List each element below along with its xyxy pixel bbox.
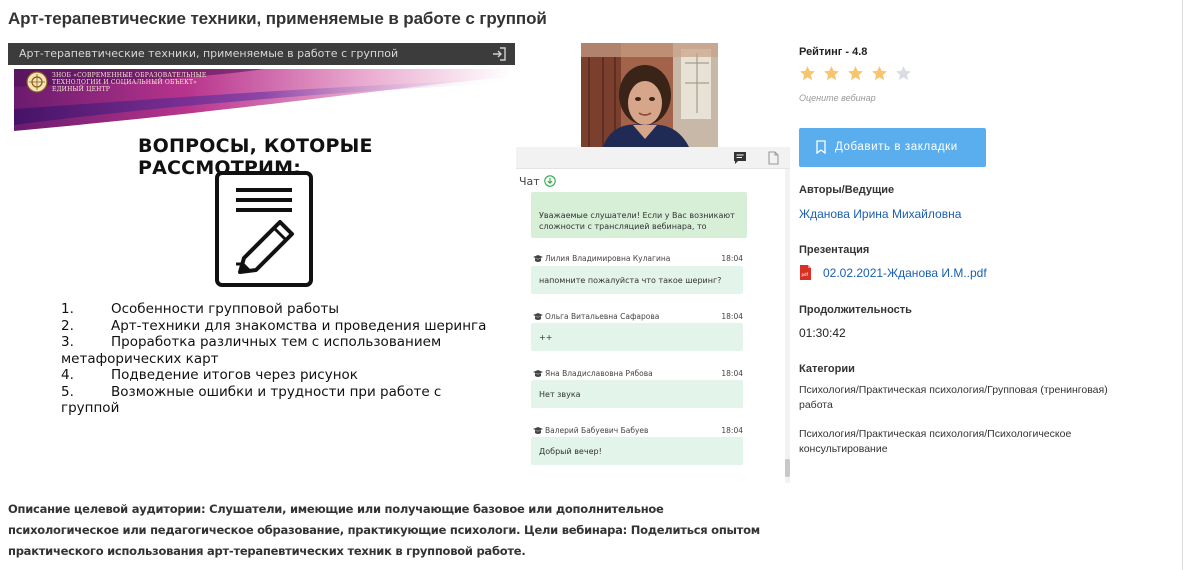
message-time: 18:04 bbox=[721, 426, 743, 435]
topic-item: 1. Особенности групповой работы bbox=[61, 301, 339, 317]
message-author: Яна Владиславовна Рябова bbox=[545, 369, 653, 378]
chat-message: Нет звука bbox=[531, 380, 743, 408]
presentation-slide: ЗНОБ «СОВРЕМЕННЫЕ ОБРАЗОВАТЕЛЬНЫЕ ТЕХНОЛ… bbox=[8, 65, 515, 483]
star-icon[interactable] bbox=[895, 65, 912, 82]
file-icon[interactable] bbox=[766, 151, 780, 165]
player-title: Арт-терапевтические техники, применяемые… bbox=[19, 47, 399, 60]
organization-name: ЗНОБ «СОВРЕМЕННЫЕ ОБРАЗОВАТЕЛЬНЫЕ ТЕХНОЛ… bbox=[52, 72, 206, 93]
star-icon[interactable] bbox=[823, 65, 840, 82]
star-icon[interactable] bbox=[871, 65, 888, 82]
pdf-file-icon[interactable]: pdf bbox=[799, 264, 812, 281]
slide-player: Арт-терапевтические техники, применяемые… bbox=[8, 43, 515, 483]
graduation-cap-icon bbox=[533, 313, 543, 320]
presentation-file-link[interactable]: 02.02.2021-Жданова И.М..pdf bbox=[823, 266, 987, 280]
page-title: Арт-терапевтические техники, применяемые… bbox=[8, 9, 547, 28]
download-icon[interactable] bbox=[544, 175, 556, 187]
topic-item: 2. Арт-техники для знакомства и проведени… bbox=[61, 317, 487, 334]
message-author: Валерий Бабуевич Бабуев bbox=[545, 426, 649, 435]
category-link[interactable]: Психология/Практическая психология/Психо… bbox=[799, 427, 1139, 457]
exit-fullscreen-icon[interactable] bbox=[491, 46, 507, 62]
player-title-bar: Арт-терапевтические техники, применяемые… bbox=[8, 43, 515, 65]
categories-label: Категории bbox=[799, 363, 855, 375]
svg-text:pdf: pdf bbox=[802, 272, 809, 277]
org-line-2: ТЕХНОЛОГИИ И СОЦИАЛЬНЫЙ ОБЪЕКТ» bbox=[52, 79, 198, 86]
duration-label: Продолжительность bbox=[799, 304, 912, 316]
bookmark-icon bbox=[816, 140, 826, 154]
graduation-cap-icon bbox=[533, 255, 543, 262]
system-message: Уважаемые слушатели! Если у Вас возникаю… bbox=[531, 192, 747, 238]
message-author: Лилия Владимировна Кулагина bbox=[545, 254, 671, 263]
category-link[interactable]: Психология/Практическая психология/Групп… bbox=[799, 383, 1139, 413]
chat-message: Добрый вечер! bbox=[531, 437, 743, 465]
chat-bubble-icon[interactable] bbox=[733, 151, 747, 165]
rate-hint: Оцените вебинар bbox=[799, 93, 876, 103]
add-bookmark-button[interactable]: Добавить в закладки bbox=[799, 128, 986, 167]
chat-panel: Чат Уважаемые слушатели! Если у Вас возн… bbox=[516, 147, 790, 483]
message-header: Ольга Витальевна Сафарова 18:04 bbox=[533, 312, 743, 322]
message-author: Ольга Витальевна Сафарова bbox=[545, 312, 660, 321]
org-line-3: ЕДИНЫЙ ЦЕНТР bbox=[52, 86, 111, 93]
graduation-cap-icon bbox=[533, 427, 543, 434]
message-time: 18:04 bbox=[721, 254, 743, 263]
star-icon[interactable] bbox=[799, 65, 816, 82]
document-pencil-icon bbox=[215, 171, 313, 287]
chat-scrollbar-thumb[interactable] bbox=[785, 459, 790, 477]
add-bookmark-label: Добавить в закладки bbox=[835, 141, 958, 153]
topic-item: 3. Проработка различных тем с использован… bbox=[61, 334, 442, 367]
topic-list: 1. Особенности групповой работы 2. Арт-тех… bbox=[61, 301, 491, 417]
rating-label: Рейтинг - 4.8 bbox=[799, 46, 868, 58]
graduation-cap-icon bbox=[533, 370, 543, 377]
chat-message: напомните пожалуйста что такое шеринг? bbox=[531, 266, 743, 294]
chat-tabs bbox=[516, 147, 790, 169]
presentation-label: Презентация bbox=[799, 244, 870, 256]
webinar-description: Описание целевой аудитории: Слушатели, и… bbox=[8, 502, 760, 558]
rating-stars[interactable] bbox=[799, 65, 919, 85]
message-header: Валерий Бабуевич Бабуев 18:04 bbox=[533, 426, 743, 436]
topic-item: 5. Возможные ошибки и трудности при работ… bbox=[61, 383, 442, 417]
message-time: 18:04 bbox=[721, 369, 743, 378]
message-time: 18:04 bbox=[721, 312, 743, 321]
author-link[interactable]: Жданова Ирина Михайловна bbox=[799, 207, 961, 221]
chat-label: Чат bbox=[519, 175, 540, 188]
page-edge-divider bbox=[1182, 0, 1183, 570]
authors-label: Авторы/Ведущие bbox=[799, 184, 895, 196]
message-header: Лилия Владимировна Кулагина 18:04 bbox=[533, 254, 743, 264]
topic-item: 4. Подведение итогов через рисунок bbox=[61, 367, 358, 383]
duration-value: 01:30:42 bbox=[799, 326, 846, 340]
slide-heading: ВОПРОСЫ, КОТОРЫЕ РАССМОТРИМ: bbox=[138, 135, 373, 179]
organization-logo bbox=[26, 71, 48, 93]
chat-message: ++ bbox=[531, 323, 743, 351]
presenter-video[interactable] bbox=[581, 43, 718, 147]
star-icon[interactable] bbox=[847, 65, 864, 82]
message-header: Яна Владиславовна Рябова 18:04 bbox=[533, 369, 743, 379]
org-line-1: ЗНОБ «СОВРЕМЕННЫЕ ОБРАЗОВАТЕЛЬНЫЕ bbox=[52, 72, 207, 79]
chat-scrollbar[interactable] bbox=[785, 169, 790, 483]
